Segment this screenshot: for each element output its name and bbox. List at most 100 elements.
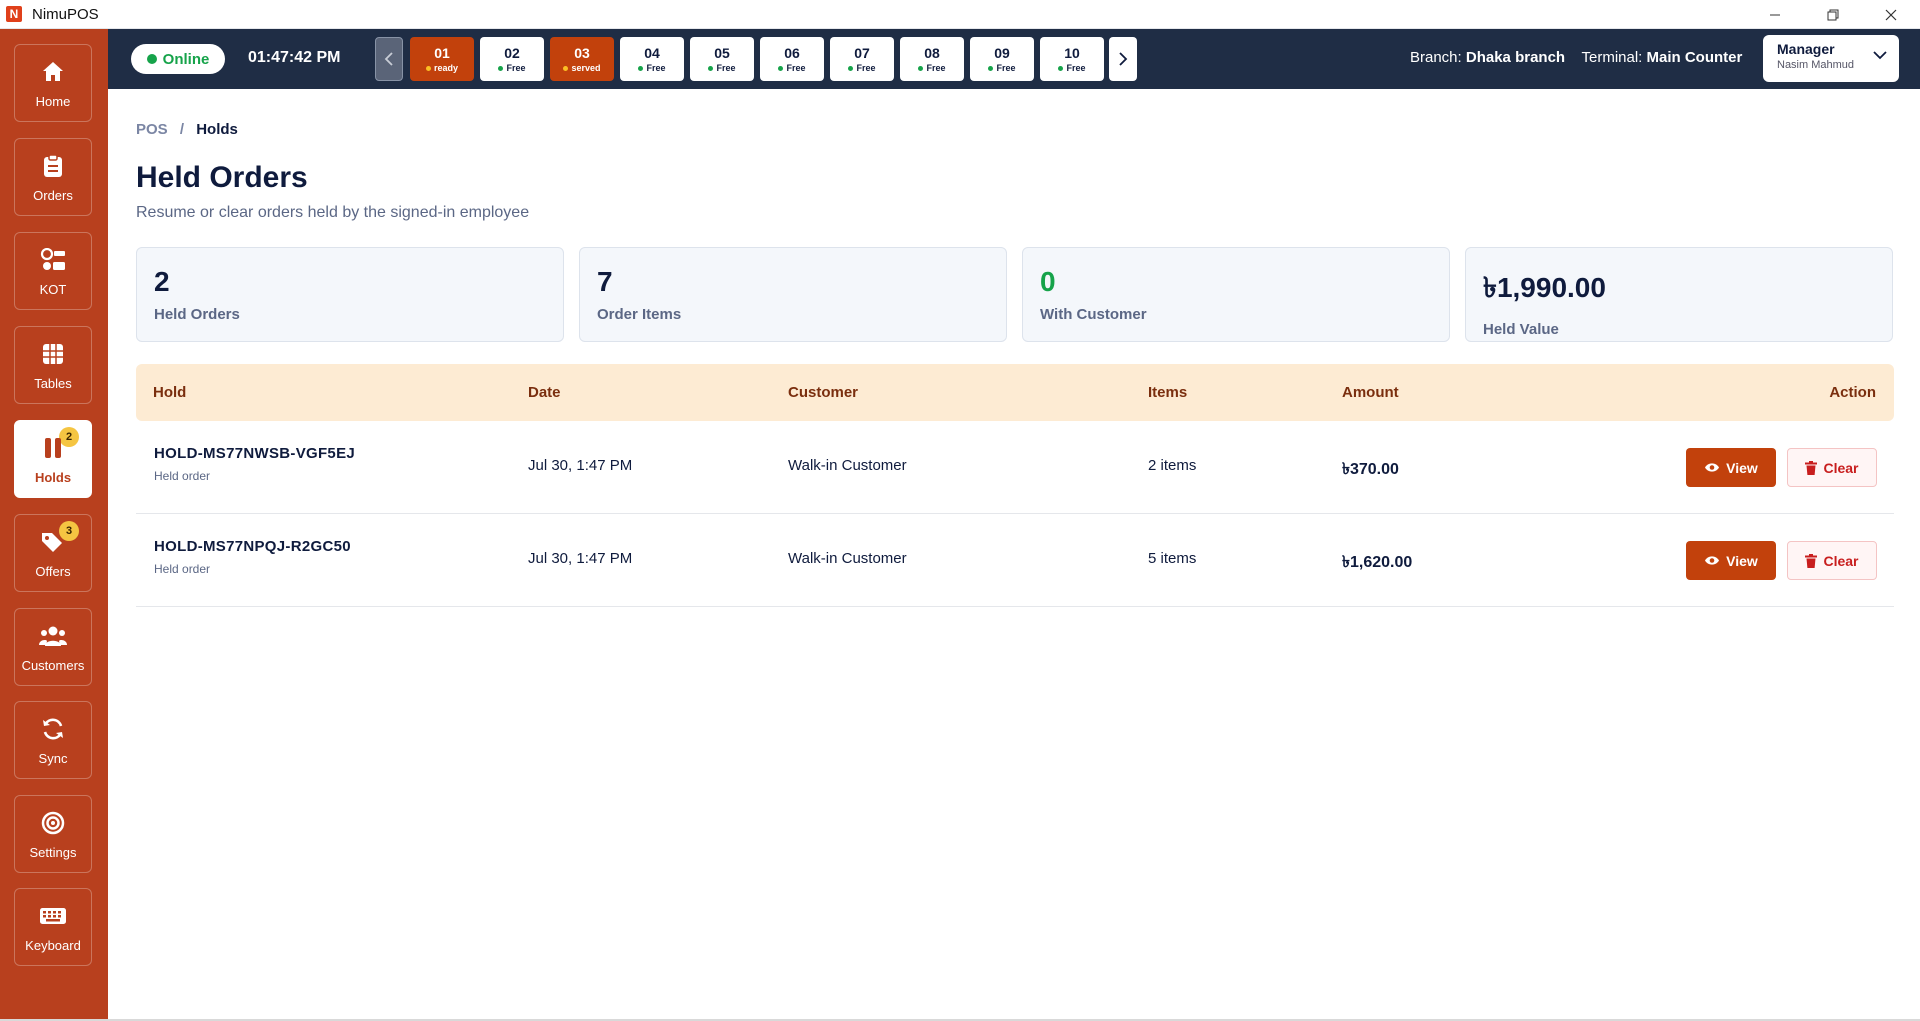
sidebar-item-kot[interactable]: KOT bbox=[14, 232, 92, 310]
breadcrumb: POS / Holds bbox=[136, 121, 238, 138]
chevron-right-icon bbox=[1119, 52, 1128, 66]
table-button-01[interactable]: 01 ready bbox=[410, 37, 474, 81]
terminal-value: Main Counter bbox=[1646, 49, 1743, 66]
keyboard-icon bbox=[39, 902, 67, 930]
table-button-02[interactable]: 02 Free bbox=[480, 37, 544, 81]
terminal-label: Terminal: bbox=[1581, 49, 1643, 66]
tables-prev-button[interactable] bbox=[375, 37, 403, 81]
table-button-06[interactable]: 06 Free bbox=[760, 37, 824, 81]
hold-items: 2 items bbox=[1148, 457, 1197, 474]
clock: 01:47:42 PM bbox=[248, 49, 341, 66]
branch-terminal-info: Branch: Dhaka branch Terminal: Main Coun… bbox=[1410, 49, 1742, 66]
column-header-customer: Customer bbox=[788, 384, 859, 401]
window-title: NimuPOS bbox=[32, 5, 99, 23]
table-status: ready bbox=[425, 63, 458, 73]
view-hold-button[interactable]: View bbox=[1686, 448, 1776, 487]
sidebar-item-orders[interactable]: Orders bbox=[14, 138, 92, 216]
hold-items: 5 items bbox=[1148, 550, 1197, 567]
sidebar-item-label: Offers bbox=[35, 563, 71, 579]
table-number: 06 bbox=[784, 45, 800, 61]
table-row: HOLD-MS77NWSB-VGF5EJ Held order Jul 30, … bbox=[136, 421, 1894, 514]
hold-id: HOLD-MS77NPQJ-R2GC50 bbox=[154, 538, 351, 555]
view-hold-button[interactable]: View bbox=[1686, 541, 1776, 580]
minimize-icon bbox=[1770, 14, 1780, 15]
sidebar-item-label: Settings bbox=[29, 844, 77, 860]
connection-status-label: Online bbox=[162, 50, 210, 68]
stat-card-order-items: 7 Order Items bbox=[579, 247, 1007, 342]
hold-subtitle: Held order bbox=[154, 562, 211, 576]
view-label: View bbox=[1726, 552, 1758, 569]
table-button-03[interactable]: 03 served bbox=[550, 37, 614, 81]
table-button-08[interactable]: 08 Free bbox=[900, 37, 964, 81]
sidebar-item-label: Tables bbox=[34, 375, 72, 391]
clear-hold-button[interactable]: Clear bbox=[1787, 541, 1877, 580]
column-header-action: Action bbox=[1829, 384, 1876, 401]
close-window-button[interactable] bbox=[1862, 0, 1920, 29]
sidebar-item-settings[interactable]: Settings bbox=[14, 795, 92, 873]
breadcrumb-root-link[interactable]: POS bbox=[136, 121, 168, 138]
page-subtitle: Resume or clear orders held by the signe… bbox=[136, 204, 530, 221]
table-status: Free bbox=[498, 63, 526, 73]
page-title: Held Orders bbox=[136, 161, 308, 194]
sidebar-item-customers[interactable]: Customers bbox=[14, 608, 92, 686]
trash-icon bbox=[1805, 553, 1818, 568]
hold-amount: ৳1,620.00 bbox=[1342, 554, 1413, 571]
sidebar-item-label: Sync bbox=[38, 750, 68, 766]
user-menu-button[interactable]: Manager Nasim Mahmud bbox=[1763, 35, 1899, 82]
sidebar-item-label: Customers bbox=[21, 657, 85, 673]
tables-next-button[interactable] bbox=[1109, 37, 1137, 81]
branch-value: Dhaka branch bbox=[1465, 49, 1566, 66]
breadcrumb-current: Holds bbox=[196, 121, 238, 138]
hold-customer: Walk-in Customer bbox=[788, 457, 907, 474]
table-number: 01 bbox=[434, 45, 450, 61]
status-dot-icon bbox=[146, 54, 157, 64]
clear-hold-button[interactable]: Clear bbox=[1787, 448, 1877, 487]
table-status: Free bbox=[848, 63, 876, 73]
title-bar: N NimuPOS bbox=[0, 0, 1920, 29]
sidebar-item-keyboard[interactable]: Keyboard bbox=[14, 888, 92, 966]
table-row: HOLD-MS77NPQJ-R2GC50 Held order Jul 30, … bbox=[136, 514, 1894, 607]
sidebar-item-tables[interactable]: Tables bbox=[14, 326, 92, 404]
status-dot-icon bbox=[563, 65, 569, 71]
stat-card-held-orders: 2 Held Orders bbox=[136, 247, 564, 342]
column-header-amount: Amount bbox=[1342, 384, 1399, 401]
column-header-date: Date bbox=[528, 384, 561, 401]
table-button-10[interactable]: 10 Free bbox=[1040, 37, 1104, 81]
stat-value: 0 bbox=[1040, 266, 1056, 297]
stat-value: 2 bbox=[154, 266, 170, 297]
clear-label: Clear bbox=[1823, 552, 1859, 569]
chevron-down-icon bbox=[1873, 51, 1887, 60]
status-dot-icon bbox=[708, 65, 714, 71]
users-icon bbox=[39, 622, 67, 650]
sync-icon bbox=[39, 715, 67, 743]
table-button-04[interactable]: 04 Free bbox=[620, 37, 684, 81]
sidebar-item-home[interactable]: Home bbox=[14, 44, 92, 122]
clipboard-icon bbox=[39, 152, 67, 180]
sidebar-item-offers[interactable]: 3 Offers bbox=[14, 514, 92, 592]
app-logo-icon: N bbox=[6, 6, 22, 22]
status-dot-icon bbox=[638, 65, 644, 71]
breadcrumb-separator: / bbox=[179, 121, 185, 138]
table-button-07[interactable]: 07 Free bbox=[830, 37, 894, 81]
sidebar-item-sync[interactable]: Sync bbox=[14, 701, 92, 779]
sidebar: Home Orders KOT Tables 2 Holds 3 Offers bbox=[0, 29, 108, 1021]
table-button-05[interactable]: 05 Free bbox=[690, 37, 754, 81]
table-number: 10 bbox=[1064, 45, 1080, 61]
stat-card-held-value: ৳1,990.00 Held Value bbox=[1465, 247, 1893, 342]
table-number: 08 bbox=[924, 45, 940, 61]
restore-button[interactable] bbox=[1804, 0, 1862, 29]
sidebar-item-holds[interactable]: 2 Holds bbox=[14, 420, 92, 498]
top-bar: Online 01:47:42 PM 01 ready 02 Free 03 s… bbox=[108, 29, 1920, 89]
minimize-button[interactable] bbox=[1746, 0, 1804, 29]
sidebar-item-label: Home bbox=[35, 93, 71, 109]
user-name: Nasim Mahmud bbox=[1777, 59, 1855, 71]
table-number: 03 bbox=[574, 45, 590, 61]
kitchen-ticket-icon bbox=[39, 246, 67, 274]
connection-status-badge: Online bbox=[131, 44, 225, 74]
table-status: Free bbox=[778, 63, 806, 73]
table-button-09[interactable]: 09 Free bbox=[970, 37, 1034, 81]
table-status: served bbox=[563, 63, 601, 73]
hold-date: Jul 30, 1:47 PM bbox=[528, 550, 633, 567]
sidebar-item-label: Keyboard bbox=[25, 937, 81, 953]
table-status: Free bbox=[638, 63, 666, 73]
